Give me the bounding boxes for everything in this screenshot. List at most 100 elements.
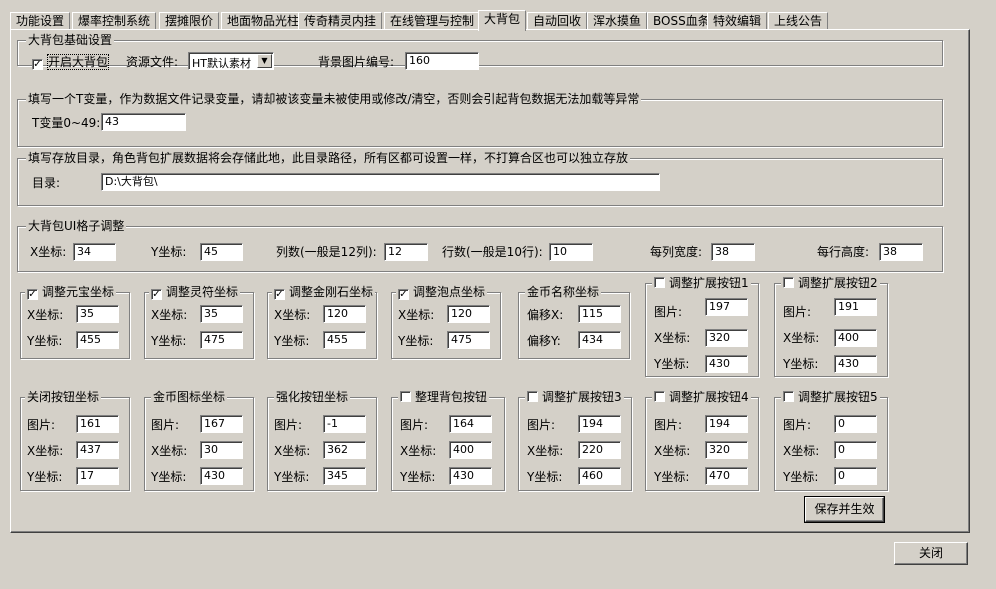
tab-sprite-plugin[interactable]: 传奇精灵内挂 xyxy=(298,12,383,30)
gold-icon-image-input[interactable]: 167 xyxy=(200,415,243,433)
chevron-down-icon[interactable]: ▼ xyxy=(257,54,272,68)
ext-button-1-checkbox[interactable]: 调整扩展按钮1 xyxy=(652,276,751,290)
tab-fishing[interactable]: 浑水摸鱼 xyxy=(587,12,648,30)
gold-icon-coords-legend: 金币图标坐标 xyxy=(151,390,228,404)
diamond-y-input[interactable]: 455 xyxy=(323,331,366,349)
bubble-coords-checkbox[interactable]: ✓ 调整泡点坐标 xyxy=(396,285,488,300)
dir-input[interactable]: D:\大背包\ xyxy=(101,173,660,191)
ingot-coords-checkbox[interactable]: ✓ 调整元宝坐标 xyxy=(25,285,117,300)
gold-name-coords-group: 金币名称坐标 偏移X: 115 偏移Y: 434 xyxy=(518,285,630,359)
sort-bag-image-label: 图片: xyxy=(400,418,429,432)
ext3-image-input[interactable]: 194 xyxy=(578,415,621,433)
enable-big-bag-checkbox[interactable]: ✓ 开启大背包 xyxy=(32,54,110,70)
enhance-image-label: 图片: xyxy=(274,418,303,432)
tab-announcement[interactable]: 上线公告 xyxy=(768,12,829,30)
sort-bag-button-group: 整理背包按钮 图片: 164 X坐标: 400 Y坐标: 430 xyxy=(391,390,505,491)
close-button[interactable]: 关闭 xyxy=(894,542,968,565)
ingot-y-input[interactable]: 455 xyxy=(76,331,119,349)
tab-online-manage[interactable]: 在线管理与控制 xyxy=(384,12,481,30)
gold-icon-y-input[interactable]: 430 xyxy=(200,467,243,485)
ext5-y-label: Y坐标: xyxy=(783,470,819,484)
tab-stall-price[interactable]: 摆摊限价 xyxy=(159,12,220,30)
enhance-x-input[interactable]: 362 xyxy=(323,441,366,459)
checkbox-box xyxy=(400,391,411,402)
ext4-y-input[interactable]: 470 xyxy=(705,467,748,485)
ext-button-5-checkbox[interactable]: 调整扩展按钮5 xyxy=(781,390,880,404)
talisman-x-input[interactable]: 35 xyxy=(200,305,243,323)
sort-bag-image-input[interactable]: 164 xyxy=(449,415,492,433)
basic-settings-group: 大背包基础设置 ✓ 开启大背包 资源文件: HT默认素材 ▼ 背景图片编号: 16… xyxy=(17,33,943,70)
sort-bag-x-input[interactable]: 400 xyxy=(449,441,492,459)
ext5-image-input[interactable]: 0 xyxy=(834,415,877,433)
talisman-y-input[interactable]: 475 xyxy=(200,331,243,349)
ext4-x-input[interactable]: 320 xyxy=(705,441,748,459)
ext5-x-input[interactable]: 0 xyxy=(834,441,877,459)
enable-big-bag-label: 开启大背包 xyxy=(47,54,110,70)
enhance-y-input[interactable]: 345 xyxy=(323,467,366,485)
tab-big-bag[interactable]: 大背包 xyxy=(478,10,527,31)
ext-button-3-checkbox[interactable]: 调整扩展按钮3 xyxy=(525,390,624,404)
ingot-y-label: Y坐标: xyxy=(27,334,63,348)
tvar-group: 填写一个T变量，作为数据文件记录变量，请却被该变量未被使用或修改/清空，否则会引… xyxy=(17,92,943,147)
sort-bag-y-label: Y坐标: xyxy=(400,470,436,484)
checkbox-box xyxy=(527,391,538,402)
sort-bag-y-input[interactable]: 430 xyxy=(449,467,492,485)
resource-file-select[interactable]: HT默认素材 ▼ xyxy=(188,52,274,70)
gold-name-x-input[interactable]: 115 xyxy=(578,305,621,323)
tab-function-settings[interactable]: 功能设置 xyxy=(10,12,71,30)
ingot-coords-legend: 调整元宝坐标 xyxy=(42,285,115,299)
diamond-y-label: Y坐标: xyxy=(274,334,310,348)
ext-button-1-group: 调整扩展按钮1 图片: 197 X坐标: 320 Y坐标: 430 xyxy=(645,276,759,377)
ext-button-2-checkbox[interactable]: 调整扩展按钮2 xyxy=(781,276,880,290)
tab-auto-recycle[interactable]: 自动回收 xyxy=(527,12,588,30)
tab-boss-hp[interactable]: BOSS血条 xyxy=(647,12,716,30)
close-btn-image-input[interactable]: 161 xyxy=(76,415,119,433)
ingot-x-input[interactable]: 35 xyxy=(76,305,119,323)
bubble-x-input[interactable]: 120 xyxy=(447,305,490,323)
gold-icon-x-label: X坐标: xyxy=(151,444,188,458)
tab-ground-items[interactable]: 地面物品光柱 xyxy=(221,12,306,30)
dir-field-label: 目录: xyxy=(32,176,61,190)
tvar-input[interactable]: 43 xyxy=(101,113,186,131)
enhance-button-coords-group: 强化按钮坐标 图片: -1 X坐标: 362 Y坐标: 345 xyxy=(267,390,377,491)
grid-rowh-input[interactable]: 38 xyxy=(879,243,923,261)
grid-y-input[interactable]: 45 xyxy=(200,243,243,261)
ext1-x-input[interactable]: 320 xyxy=(705,329,748,347)
ext1-y-input[interactable]: 430 xyxy=(705,355,748,373)
grid-x-label: X坐标: xyxy=(30,245,67,259)
sort-bag-checkbox[interactable]: 整理背包按钮 xyxy=(398,390,490,404)
diamond-coords-checkbox[interactable]: ✓ 调整金刚石坐标 xyxy=(272,285,376,300)
grid-cols-input[interactable]: 12 xyxy=(384,243,428,261)
bubble-y-input[interactable]: 475 xyxy=(447,331,490,349)
grid-x-input[interactable]: 34 xyxy=(73,243,116,261)
save-apply-button[interactable]: 保存并生效 xyxy=(804,496,885,523)
ext5-y-input[interactable]: 0 xyxy=(834,467,877,485)
ext2-y-input[interactable]: 430 xyxy=(834,355,877,373)
bg-image-input[interactable]: 160 xyxy=(405,52,479,70)
close-btn-x-input[interactable]: 437 xyxy=(76,441,119,459)
ext3-y-input[interactable]: 460 xyxy=(578,467,621,485)
ext-button-4-legend: 调整扩展按钮4 xyxy=(669,390,749,404)
gold-icon-x-input[interactable]: 30 xyxy=(200,441,243,459)
diamond-x-input[interactable]: 120 xyxy=(323,305,366,323)
ext4-image-label: 图片: xyxy=(654,418,683,432)
gold-name-y-input[interactable]: 434 xyxy=(578,331,621,349)
enhance-image-input[interactable]: -1 xyxy=(323,415,366,433)
ext-button-4-group: 调整扩展按钮4 图片: 194 X坐标: 320 Y坐标: 470 xyxy=(645,390,759,491)
ext3-x-input[interactable]: 220 xyxy=(578,441,621,459)
grid-rows-label: 行数(一般是10行): xyxy=(442,245,543,259)
ext-button-4-checkbox[interactable]: 调整扩展按钮4 xyxy=(652,390,751,404)
ext2-x-input[interactable]: 400 xyxy=(834,329,877,347)
talisman-coords-checkbox[interactable]: ✓ 调整灵符坐标 xyxy=(149,285,241,300)
resource-file-label: 资源文件: xyxy=(126,55,179,69)
grid-colw-input[interactable]: 38 xyxy=(711,243,755,261)
ext4-image-input[interactable]: 194 xyxy=(705,415,748,433)
tab-effects[interactable]: 特效编辑 xyxy=(707,12,768,30)
close-btn-y-input[interactable]: 17 xyxy=(76,467,119,485)
grid-rows-input[interactable]: 10 xyxy=(549,243,593,261)
ext5-image-label: 图片: xyxy=(783,418,812,432)
gold-icon-coords-group: 金币图标坐标 图片: 167 X坐标: 30 Y坐标: 430 xyxy=(144,390,254,491)
tab-drop-rate[interactable]: 爆率控制系统 xyxy=(72,12,157,30)
ext1-image-input[interactable]: 197 xyxy=(705,298,748,316)
ext2-image-input[interactable]: 191 xyxy=(834,298,877,316)
